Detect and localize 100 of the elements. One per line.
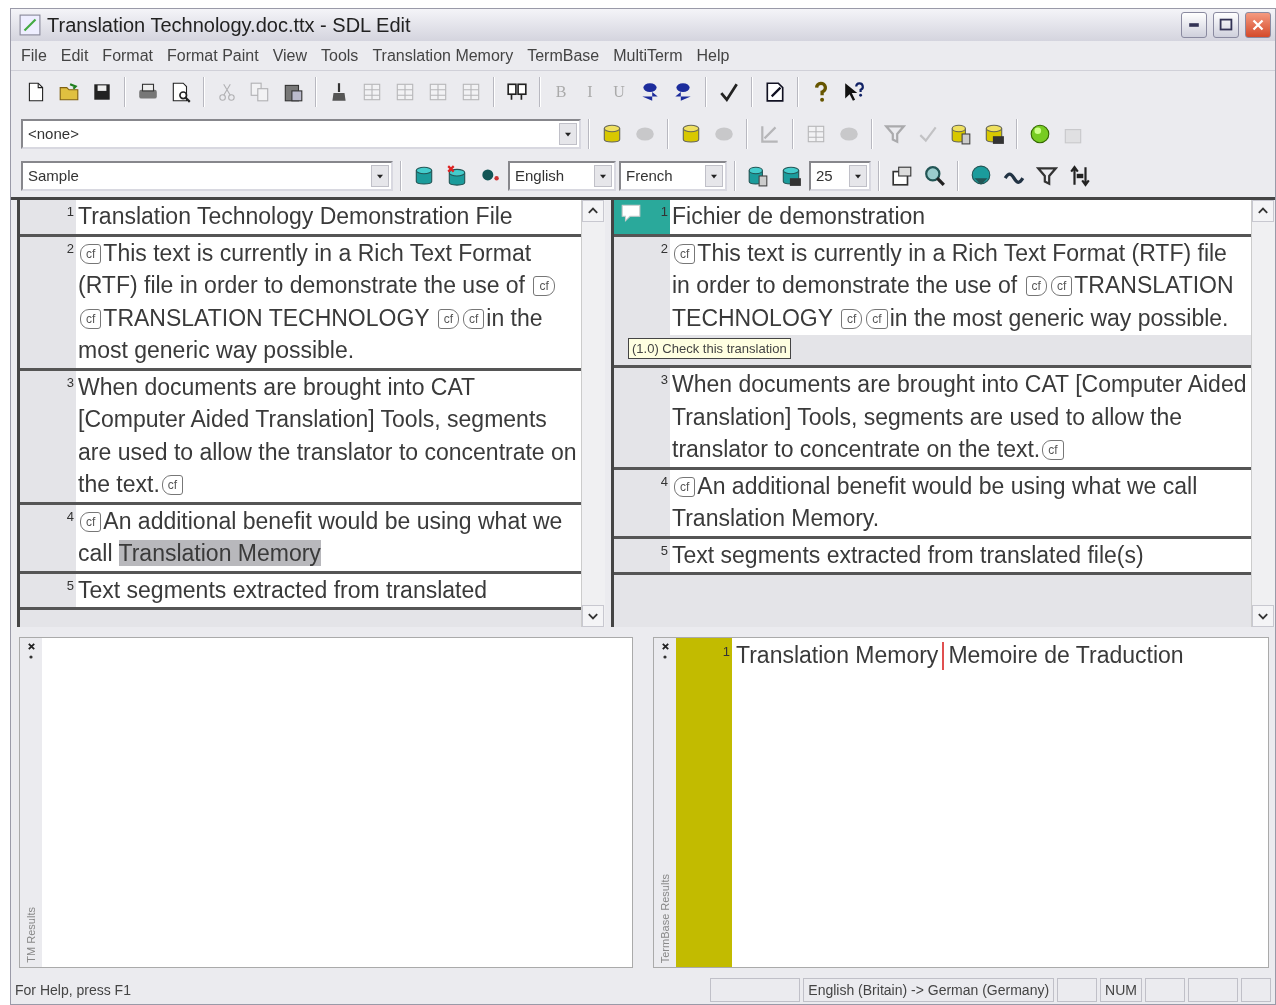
status-panel: [1241, 978, 1271, 1002]
segment-text[interactable]: Translation Technology Demonstration File: [76, 200, 581, 234]
term-source: Translation Memory: [736, 641, 939, 670]
panel-title: TermBase Results: [657, 872, 672, 965]
scrollbar[interactable]: [1251, 200, 1275, 627]
term-target: Memoire de Traduction: [948, 641, 1184, 670]
pointer-question-icon: [843, 81, 865, 103]
close-icon: [26, 642, 36, 651]
segment-text[interactable]: cf An additional benefit would be using what we call Translation Memory: [76, 504, 581, 571]
cylinder-icon: [413, 165, 435, 187]
close-button[interactable]: [1245, 12, 1271, 38]
chart-icon: [759, 123, 781, 145]
maximize-button[interactable]: [1213, 12, 1239, 38]
status-panel: [1188, 978, 1238, 1002]
menu-item[interactable]: Format Paint: [161, 43, 265, 68]
segment-status[interactable]: 3: [614, 368, 670, 467]
menu-item[interactable]: Translation Memory: [366, 43, 520, 68]
window-icon: [891, 165, 913, 187]
segment-number: 5: [660, 541, 668, 557]
window-title: Translation Technology.doc.ttx - SDL Edit: [47, 13, 412, 38]
dropdown[interactable]: 25: [809, 161, 871, 191]
segment-text[interactable]: cf This text is currently in a Rich Text Format (RTF) file in order to demonstrate the use of cf cf TRANSLATION TECHNOLOGY cf cf in the most generic way possible.: [76, 236, 581, 368]
status-text: For Help, press F1: [15, 980, 132, 1000]
tooltip: (1.0) Check this translation: [628, 337, 791, 359]
funnel-icon: [1036, 165, 1058, 187]
cylinder-icon: [680, 123, 702, 145]
grid-icon: [394, 81, 416, 103]
dropdown[interactable]: <none>: [21, 119, 581, 149]
tag-marker: cf: [841, 308, 863, 329]
folder-icon: [58, 81, 80, 103]
segment-text[interactable]: Text segments extracted from translated: [76, 573, 581, 607]
menu-item[interactable]: Help: [690, 43, 736, 68]
globe-icon: [1029, 123, 1051, 145]
document-icon: [764, 81, 786, 103]
menu-item[interactable]: Edit: [54, 43, 95, 68]
grid-icon: [361, 81, 383, 103]
magnifier-icon: [924, 165, 946, 187]
close-icon: [660, 642, 670, 651]
menu-item[interactable]: MultiTerm: [607, 43, 689, 68]
scroll-down-button[interactable]: [1252, 605, 1274, 627]
segment-number: 5: [66, 576, 74, 592]
funnel-icon: [884, 123, 906, 145]
menu-item[interactable]: TermBase: [521, 43, 606, 68]
segment-text[interactable]: cf An additional benefit would be using what we call Translation Memory.: [670, 469, 1251, 536]
segment-number: 1: [660, 203, 668, 218]
scroll-up-button[interactable]: [582, 200, 604, 222]
status-indicator: NUM: [1100, 978, 1142, 1002]
grid-icon: [805, 123, 827, 145]
tag-marker: cf: [437, 308, 459, 329]
segment-text[interactable]: Text segments extracted from translated file(s): [670, 538, 1251, 572]
cylinder-disk-icon: [780, 165, 802, 187]
minimize-icon: [1188, 23, 1200, 27]
grid-icon: [460, 81, 482, 103]
segment-number: 2: [660, 239, 668, 255]
segment-status[interactable]: 2: [614, 236, 670, 335]
segment-text[interactable]: Fichier de demonstration: [670, 200, 1251, 234]
tag-marker: cf: [1025, 276, 1047, 296]
status-languages: English (Britain) -> German (Germany): [803, 978, 1055, 1002]
segment-number: 3: [660, 371, 668, 386]
tag-marker: cf: [80, 243, 102, 264]
tag-marker: cf: [674, 243, 696, 264]
status-panel: [1057, 978, 1098, 1002]
tag-marker: cf: [80, 511, 102, 532]
menu-item[interactable]: Format: [96, 43, 160, 68]
preview-icon: [170, 81, 192, 103]
grid-icon: [427, 81, 449, 103]
segment-status[interactable]: 5: [614, 538, 670, 572]
comment-icon: [620, 202, 642, 224]
status-panel: [1145, 978, 1185, 1002]
cylinder-document-icon: [747, 165, 769, 187]
segment-status[interactable]: 1: [614, 200, 670, 234]
scroll-down-button[interactable]: [582, 605, 604, 627]
tag-marker: cf: [866, 308, 888, 329]
app-icon: [19, 14, 41, 36]
dropdown[interactable]: Sample: [21, 161, 393, 191]
scroll-up-button[interactable]: [1252, 200, 1274, 222]
spellcheck-icon: [718, 81, 740, 103]
cylinder-cross-icon: [446, 165, 468, 187]
segment-text[interactable]: cf This text is currently in a Rich Text Format (RTF) file in order to demonstrate the use of cf cf TRANSLATION TECHNOLOGY cf cf in the most generic way possible.: [670, 236, 1251, 335]
tag-marker: cf: [1050, 276, 1073, 296]
panel-title: TM Results: [23, 906, 38, 965]
tag-marker: cf: [161, 475, 184, 495]
segment-number: 3: [66, 373, 74, 389]
menu-item[interactable]: View: [266, 43, 313, 68]
dropdown[interactable]: English: [508, 161, 616, 191]
cylinder-document-icon: [950, 123, 972, 145]
tag-marker: cf: [533, 276, 555, 296]
segment-status[interactable]: 4: [614, 469, 670, 536]
scrollbar[interactable]: [581, 200, 605, 627]
menu-item[interactable]: File: [15, 43, 53, 68]
globe-icon: [970, 165, 992, 187]
copy-icon: [249, 81, 271, 103]
dropdown[interactable]: French: [619, 161, 727, 191]
tag-marker: cf: [80, 308, 102, 329]
cylinder-icon: [601, 123, 623, 145]
menu-item[interactable]: Tools: [315, 43, 365, 68]
arrows-icon: [1069, 165, 1091, 187]
segment-number: 2: [66, 239, 74, 255]
segment-number: 1: [66, 203, 74, 218]
minimize-button[interactable]: [1181, 12, 1207, 38]
